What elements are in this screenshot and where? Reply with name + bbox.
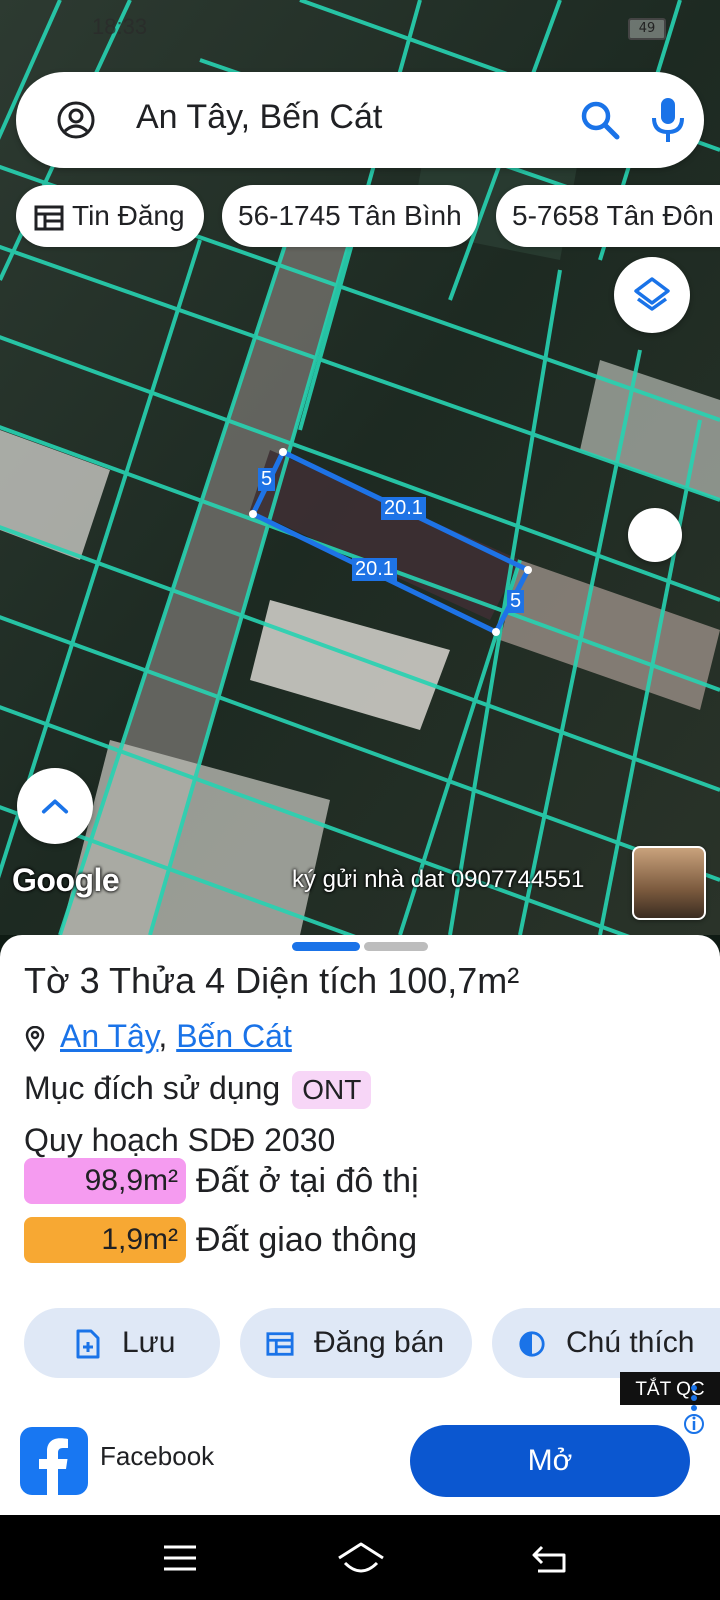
parcel-length-bottom: 20.1: [352, 558, 397, 581]
save-doc-icon: [76, 1329, 100, 1359]
land-use-code-badge: ONT: [292, 1071, 372, 1109]
chip-parcel-tan-binh[interactable]: 56-1745 Tân Bình: [222, 185, 478, 247]
close-ad-button[interactable]: TẮT QC: [620, 1372, 720, 1408]
plan-name-residential: Đất ở tại đô thị: [196, 1162, 419, 1200]
plan-area-transport: 1,9m²: [24, 1217, 186, 1263]
post-for-sale-button[interactable]: Đăng bán: [240, 1308, 472, 1378]
ward-link[interactable]: An Tây: [60, 1018, 158, 1054]
status-time: 18:33: [92, 14, 148, 39]
land-use-label: Mục đích sử dụng: [24, 1070, 281, 1106]
microphone-icon[interactable]: [650, 96, 686, 144]
sheet-page-indicator: [364, 942, 428, 951]
map-scroll-handle[interactable]: [628, 508, 682, 562]
parcel-width-right: 5: [507, 590, 525, 613]
expand-up-button[interactable]: [17, 768, 93, 844]
layers-icon: [634, 277, 670, 311]
search-query[interactable]: An Tây, Bến Cát: [136, 98, 382, 137]
listing-icon: [266, 1332, 294, 1356]
back-icon[interactable]: [530, 1543, 570, 1575]
legend-label: Chú thích: [566, 1326, 695, 1359]
post-for-sale-label: Đăng bán: [314, 1326, 445, 1359]
home-icon[interactable]: [336, 1541, 386, 1575]
ad-thumbnail[interactable]: [632, 846, 706, 920]
save-button[interactable]: Lưu: [24, 1308, 220, 1378]
menu-icon[interactable]: [162, 1543, 198, 1573]
map-watermark: ký gửi nhà dat 0907744551: [292, 866, 585, 893]
search-bar[interactable]: An Tây, Bến Cát: [16, 72, 704, 168]
chevron-up-icon: [41, 799, 69, 814]
ad-options-icon[interactable]: [684, 1380, 704, 1440]
chip-label: 56-1745 Tân Bình: [238, 200, 462, 231]
facebook-icon: [20, 1427, 88, 1495]
system-nav-bar: [0, 1515, 720, 1600]
ad-open-button[interactable]: Mở: [410, 1425, 690, 1497]
ad-app-name: Facebook: [100, 1441, 215, 1471]
sheet-page-indicator-active: [292, 942, 360, 951]
land-use-row: Mục đích sử dụng ONT: [24, 1070, 372, 1109]
chip-label: 5-7658 Tân Đôn: [512, 200, 714, 231]
location-pin-icon: [25, 1025, 45, 1052]
chip-label: Tin Đăng: [72, 200, 185, 231]
parcel-length-top: 20.1: [381, 497, 426, 520]
save-label: Lưu: [122, 1326, 176, 1359]
parcel-title: Tờ 3 Thửa 4 Diện tích 100,7m²: [24, 960, 520, 1001]
plan-name-transport: Đất giao thông: [196, 1221, 418, 1259]
account-icon[interactable]: [56, 100, 96, 140]
district-link[interactable]: Bến Cát: [176, 1018, 292, 1054]
listing-icon: [34, 205, 64, 231]
search-icon[interactable]: [578, 98, 622, 142]
parcel-location: An Tây, Bến Cát: [24, 1018, 292, 1055]
layers-button[interactable]: [614, 257, 690, 333]
status-bar: 18:33 49: [0, 0, 720, 56]
battery-icon: 49: [628, 18, 666, 40]
google-logo: Google: [12, 862, 120, 898]
plan-area-residential: 98,9m²: [24, 1158, 186, 1204]
location-separator: ,: [158, 1018, 177, 1054]
legend-button[interactable]: Chú thích: [492, 1308, 720, 1378]
contrast-icon: [519, 1331, 545, 1357]
parcel-width-left: 5: [258, 468, 276, 491]
chip-tin-dang[interactable]: Tin Đăng: [16, 185, 204, 247]
plan-title: Quy hoạch SDĐ 2030: [24, 1122, 336, 1158]
chip-parcel-tan-dong[interactable]: 5-7658 Tân Đôn: [496, 185, 720, 247]
